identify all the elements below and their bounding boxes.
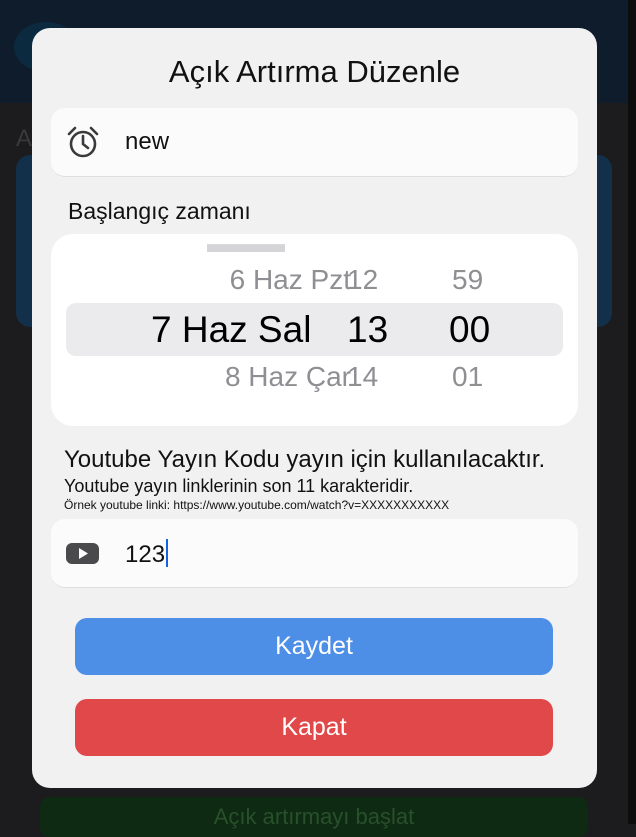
picker-hour-next[interactable]: 14 (347, 361, 378, 393)
picker-date-next[interactable]: 8 Haz Çar (225, 361, 351, 393)
picker-date-column[interactable]: ▬▬▬ 6 Haz Pzt 7 Haz Sal 8 Haz Çar (151, 234, 351, 426)
picker-minute-previous[interactable]: 59 (452, 264, 483, 296)
text-cursor (166, 539, 169, 567)
picker-ghost: ▬▬▬ (207, 234, 285, 258)
youtube-code-field[interactable]: 123 (51, 519, 578, 588)
picker-hour-selected[interactable]: 13 (347, 309, 388, 351)
youtube-play-icon (65, 535, 101, 571)
auction-name-field[interactable]: new (51, 108, 578, 177)
youtube-example-text: Örnek youtube linki: https://www.youtube… (64, 498, 450, 512)
picker-hour-column[interactable]: 12 13 14 (343, 234, 393, 426)
picker-minute-next[interactable]: 01 (452, 361, 483, 393)
start-auction-button: Açık artırmayı başlat (40, 797, 588, 837)
youtube-code-value: 123 (125, 541, 166, 568)
picker-hour-previous[interactable]: 12 (347, 264, 378, 296)
edit-auction-modal: Açık Artırma Düzenle new Başlangıç zaman… (32, 28, 597, 788)
youtube-subinfo-text: Youtube yayın linklerinin son 11 karakte… (64, 476, 414, 496)
close-button[interactable]: Kapat (75, 699, 553, 756)
background-edge (628, 0, 636, 824)
start-time-label: Başlangıç zamanı (68, 198, 251, 224)
auction-name-input[interactable]: new (125, 128, 169, 156)
picker-minute-column[interactable]: 59 00 01 (448, 234, 508, 426)
start-time-picker[interactable]: ▬▬▬ 6 Haz Pzt 7 Haz Sal 8 Haz Çar 12 13 … (51, 234, 578, 426)
picker-date-previous[interactable]: 6 Haz Pzt (230, 264, 351, 296)
youtube-code-input[interactable]: 123 (125, 539, 169, 569)
alarm-clock-icon (65, 124, 101, 160)
modal-title: Açık Artırma Düzenle (168, 54, 461, 89)
picker-date-selected[interactable]: 7 Haz Sal (151, 309, 311, 351)
picker-minute-selected[interactable]: 00 (449, 309, 490, 351)
youtube-info-text: Youtube Yayın Kodu yayın için kullanılac… (64, 446, 546, 473)
save-button[interactable]: Kaydet (75, 618, 553, 675)
background-heading: A (16, 125, 33, 152)
